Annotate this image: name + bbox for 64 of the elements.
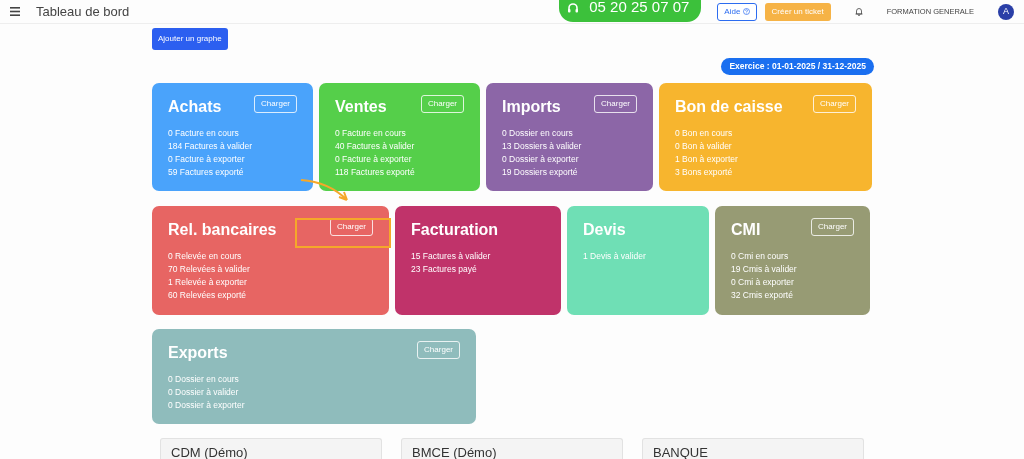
dashboard-card[interactable]: Exports Charger 0 Dossier en cours 0 Dossier à valider 0 Dossier à exporter [152, 328, 476, 424]
load-button[interactable]: Charger [254, 94, 297, 113]
phone-number: 05 20 25 07 07 [589, 0, 690, 18]
card-stat: 32 Cmis exporté [731, 288, 794, 302]
card-stat: 0 Dossier en cours [502, 126, 574, 140]
card-stat: 1 Relevée à exporter [168, 275, 248, 289]
load-button[interactable]: Charger [813, 94, 856, 113]
card-stat: 1 Bon à exporter [675, 152, 739, 166]
card-stat: 0 Dossier à exporter [502, 152, 580, 166]
dashboard-card[interactable]: Devis 1 Devis à valider [567, 205, 709, 315]
card-stat: 19 Cmis à valider [731, 262, 798, 276]
phone-banner[interactable]: 05 20 25 07 07 [559, 0, 702, 22]
dashboard-card[interactable]: Ventes Charger 0 Facture en cours 40 Factures à valider 0 Facture à exporter 118 Factures exporté [319, 82, 480, 191]
card-stat: 0 Dossier à exporter [168, 398, 246, 412]
fiscal-year-badge: Exercice : 01-01-2025 / 31-12-2025 [721, 58, 874, 75]
card-stat: 0 Dossier à valider [168, 385, 240, 399]
dashboard-card[interactable]: Achats Charger 0 Facture en cours 184 Factures à valider 0 Facture à exporter 59 Factures exporté [152, 82, 313, 191]
card-stat: 0 Facture en cours [335, 126, 407, 140]
add-chart-button[interactable]: Ajouter un graphe [152, 28, 228, 50]
card-title: CMI [731, 219, 761, 240]
card-stat: 59 Factures exporté [168, 165, 245, 179]
card-stat: 0 Cmi à exporter [731, 275, 795, 289]
card-stat: 1 Devis à valider [583, 249, 647, 263]
card-stat: 15 Factures à valider [411, 249, 492, 263]
card-stat: 0 Cmi en cours [731, 249, 790, 263]
card-stat: 0 Bon à valider [675, 139, 733, 153]
card-stat: 0 Relevée en cours [168, 249, 243, 263]
card-title: Imports [502, 96, 561, 117]
card-stat: 3 Bons exporté [675, 165, 734, 179]
user-avatar[interactable]: A [998, 3, 1014, 20]
card-stat: 13 Dossiers à valider [502, 139, 583, 153]
card-title: Achats [168, 96, 222, 117]
bank-panel-title: BMCE (Démo) [401, 437, 623, 459]
card-title: Facturation [411, 219, 499, 240]
card-title: Rel. bancaires [168, 219, 277, 240]
bank-panel-title: CDM (Démo) [160, 437, 382, 459]
dashboard-card[interactable]: Imports Charger 0 Dossier en cours 13 Dossiers à valider 0 Dossier à exporter 19 Dossiers exporté [486, 82, 653, 191]
help-button[interactable]: Aide [717, 2, 757, 21]
load-button[interactable]: Charger [421, 94, 464, 113]
dashboard-card[interactable]: Facturation 15 Factures à valider 23 Factures payé [395, 205, 561, 315]
card-stat: 40 Factures à valider [335, 139, 416, 153]
card-stat: 184 Factures à valider [168, 139, 254, 153]
card-title: Ventes [335, 96, 387, 117]
load-button[interactable]: Charger [594, 94, 637, 113]
card-stat: 23 Factures payé [411, 262, 478, 276]
card-title: Bon de caisse [675, 96, 783, 117]
card-stat: 70 Relevées à valider [168, 262, 251, 276]
ticket-button[interactable]: Créer un ticket [764, 2, 831, 21]
page-title: Tableau de bord [36, 2, 130, 21]
load-button[interactable]: Charger [417, 340, 460, 359]
card-stat: 0 Bon en cours [675, 126, 734, 140]
dashboard-card[interactable]: Bon de caisse Charger 0 Bon en cours 0 Bon à valider 1 Bon à exporter 3 Bons exporté [659, 82, 872, 191]
card-title: Exports [168, 342, 228, 363]
card-stat: 60 Relevées exporté [168, 288, 247, 302]
card-title: Devis [583, 219, 626, 240]
card-stat: 19 Dossiers exporté [502, 165, 579, 179]
card-stat: 0 Facture à exporter [335, 152, 413, 166]
card-stat: 0 Facture à exporter [168, 152, 246, 166]
card-stat: 118 Factures exporté [335, 165, 416, 179]
card-stat: 0 Facture en cours [168, 126, 240, 140]
bank-panel-title: BANQUE [642, 437, 864, 459]
load-button[interactable]: Charger [811, 217, 854, 236]
card-stat: 0 Dossier en cours [168, 372, 240, 386]
dashboard-card[interactable]: CMI Charger 0 Cmi en cours 19 Cmis à valider 0 Cmi à exporter 32 Cmis exporté [715, 205, 870, 315]
